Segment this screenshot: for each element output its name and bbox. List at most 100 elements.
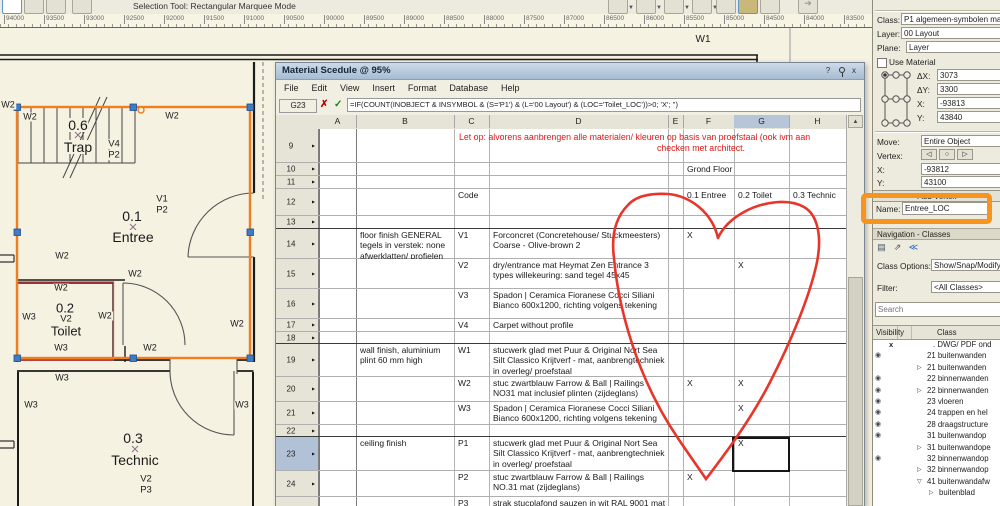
selected-cell-box[interactable] <box>732 437 790 472</box>
scroll-up-icon[interactable]: ▲ <box>848 115 863 128</box>
cell-F24[interactable]: X <box>683 471 734 497</box>
menu-item[interactable]: Help <box>501 83 520 93</box>
cell-C17[interactable]: V4 <box>454 319 489 332</box>
coord-field[interactable]: -93813 <box>937 97 1000 109</box>
row-header-16[interactable]: 16▸ <box>276 289 319 318</box>
visibility-eye-icon[interactable]: ◉ <box>875 454 881 462</box>
visibility-eye-icon[interactable]: ◉ <box>875 408 881 416</box>
row-header-14[interactable]: 14▸ <box>276 229 319 258</box>
cell-C14[interactable]: V1 <box>454 229 489 259</box>
cell-D15[interactable]: dry/entrance mat Heymat Zen Entrance 3 t… <box>489 259 668 289</box>
row-header-18[interactable]: 18▸ <box>276 332 319 343</box>
row-header-25[interactable]: 25▸ <box>276 497 319 506</box>
row-header-13[interactable]: 13▸ <box>276 216 319 228</box>
column-header-D[interactable]: D <box>489 115 669 128</box>
cell-D17[interactable]: Carpet without profile <box>489 319 668 332</box>
filter-arrows-icon[interactable]: ≪ <box>907 241 920 253</box>
cell-D25[interactable]: strak stucplafond sauzen in wit RAL 9001… <box>489 497 668 506</box>
visibility-eye-icon[interactable]: ◉ <box>875 397 881 405</box>
vertex-x-field[interactable]: -93812 <box>921 163 1000 175</box>
cell-C21[interactable]: W3 <box>454 402 489 425</box>
expand-closed-icon[interactable]: ▷ <box>929 489 934 496</box>
selected-space-outline[interactable] <box>17 107 250 358</box>
row-header-12[interactable]: 12▸ <box>276 189 319 215</box>
cell-F14[interactable]: X <box>683 229 734 259</box>
anchor-point-grid[interactable] <box>879 68 913 130</box>
navigation-classes-header[interactable]: Navigation - Classes <box>873 228 1000 240</box>
scrollbar-thumb[interactable] <box>848 277 863 506</box>
menu-item[interactable]: View <box>340 83 359 93</box>
class-row[interactable]: ▷21 buitenwanden <box>873 363 1000 374</box>
visibility-eye-icon[interactable]: ◉ <box>875 431 881 439</box>
cell-B23[interactable]: ceiling finish <box>356 437 454 471</box>
column-header-A[interactable]: A <box>319 115 357 128</box>
row-header-15[interactable]: 15▸ <box>276 259 319 288</box>
row-header-23[interactable]: 23▸ <box>276 437 319 470</box>
class-dropdown[interactable]: P1 algemeen-symbolen materi <box>901 13 1000 25</box>
visibility-eye-icon[interactable]: ◉ <box>875 351 881 359</box>
class-row[interactable]: ◉31 buitenwandop <box>873 431 1000 442</box>
cell-D19[interactable]: stucwerk glad met Puur & Original Nort S… <box>489 344 668 377</box>
reference-icon[interactable]: ⇗ <box>891 241 904 253</box>
expand-closed-icon[interactable]: ▷ <box>917 364 922 371</box>
menu-item[interactable]: Insert <box>372 83 395 93</box>
cell-C19[interactable]: W1 <box>454 344 489 377</box>
row-header-22[interactable]: 22▸ <box>276 425 319 436</box>
vertex-button-0[interactable]: ◁ <box>921 149 937 160</box>
cell-D14[interactable]: Forconcret (Concretehouse/ Stuckmeesters… <box>489 229 668 259</box>
expand-closed-icon[interactable]: ▷ <box>917 466 922 473</box>
row-header-19[interactable]: 19▸ <box>276 344 319 376</box>
search-input[interactable] <box>875 302 1000 317</box>
menu-item[interactable]: File <box>284 83 299 93</box>
filter-dropdown[interactable]: <All Classes> <box>931 281 1000 293</box>
visibility-eye-icon[interactable]: ◉ <box>875 420 881 428</box>
column-header-F[interactable]: F <box>683 115 735 128</box>
cell-B14[interactable]: floor finish GENERAL tegels in verstek: … <box>356 229 454 259</box>
row-header-21[interactable]: 21▸ <box>276 402 319 424</box>
coord-field[interactable]: 43840 <box>937 111 1000 123</box>
class-row[interactable]: ◉▷22 binnenwanden <box>873 386 1000 397</box>
menu-item[interactable]: Format <box>408 83 437 93</box>
vertex-y-field[interactable]: 43100 <box>921 176 1000 188</box>
coord-field[interactable]: 3300 <box>937 83 1000 95</box>
cell-G12[interactable]: 0.2 Toilet <box>734 189 789 216</box>
cell-G20[interactable]: X <box>734 377 789 402</box>
close-icon[interactable]: x <box>848 65 860 77</box>
vertex-marker[interactable] <box>138 107 144 113</box>
menu-item[interactable]: Database <box>449 83 488 93</box>
selection-handles[interactable] <box>14 104 254 362</box>
visibility-eye-icon[interactable]: ◉ <box>875 374 881 382</box>
help-icon[interactable]: ? <box>822 65 834 77</box>
row-header-9[interactable]: 9▸ <box>276 129 319 162</box>
expand-closed-icon[interactable]: ▷ <box>917 444 922 451</box>
vertex-button-2[interactable]: ▷ <box>957 149 973 160</box>
cell-C15[interactable]: V2 <box>454 259 489 289</box>
cell-C24[interactable]: P2 <box>454 471 489 497</box>
visibility-eye-icon[interactable]: ◉ <box>875 386 881 394</box>
row-header-10[interactable]: 10▸ <box>276 163 319 175</box>
expand-open-icon[interactable]: ▽ <box>917 478 922 485</box>
class-row[interactable]: ◉24 trappen en hel <box>873 408 1000 419</box>
cell-D20[interactable]: stuc zwartblauw Farrow & Ball | Railings… <box>489 377 668 402</box>
class-row[interactable]: ◉21 buitenwanden <box>873 351 1000 362</box>
window-titlebar[interactable]: Material Scedule @ 95% ? x <box>276 63 864 80</box>
class-row[interactable]: ◉22 binnenwanden <box>873 374 1000 385</box>
cell-C25[interactable]: P3 <box>454 497 489 506</box>
worksheet-grid[interactable]: 9▸Let op: alvorens aanbrengen alle mater… <box>276 129 846 506</box>
cell-B19[interactable]: wall finish, aluminium plint 60 mm high <box>356 344 454 377</box>
column-header-E[interactable]: E <box>668 115 684 128</box>
class-row[interactable]: ◉28 draagstructure <box>873 420 1000 431</box>
class-row[interactable]: ▷buitenblad <box>873 488 1000 499</box>
cell-G15[interactable]: X <box>734 259 789 289</box>
layer-dropdown[interactable]: 00 Layout <box>901 27 1000 39</box>
cell-F12[interactable]: 0.1 Entree <box>683 189 734 216</box>
class-options-dropdown[interactable]: Show/Snap/Modify O <box>931 259 1000 271</box>
class-row[interactable]: ◉23 vloeren <box>873 397 1000 408</box>
cell-F10[interactable]: Grond Floor <box>683 163 734 176</box>
coord-field[interactable]: 3073 <box>937 69 1000 81</box>
cell-D23[interactable]: stucwerk glad met Puur & Original Nort S… <box>489 437 668 471</box>
row-header-17[interactable]: 17▸ <box>276 319 319 331</box>
list-view-icon[interactable]: ▤ <box>875 241 888 253</box>
cell-D24[interactable]: stuc zwartblauw Farrow & Ball | Railings… <box>489 471 668 497</box>
formula-input[interactable]: =IF(COUNT(INOBJECT & INSYMBOL & (S='P1')… <box>347 98 861 112</box>
